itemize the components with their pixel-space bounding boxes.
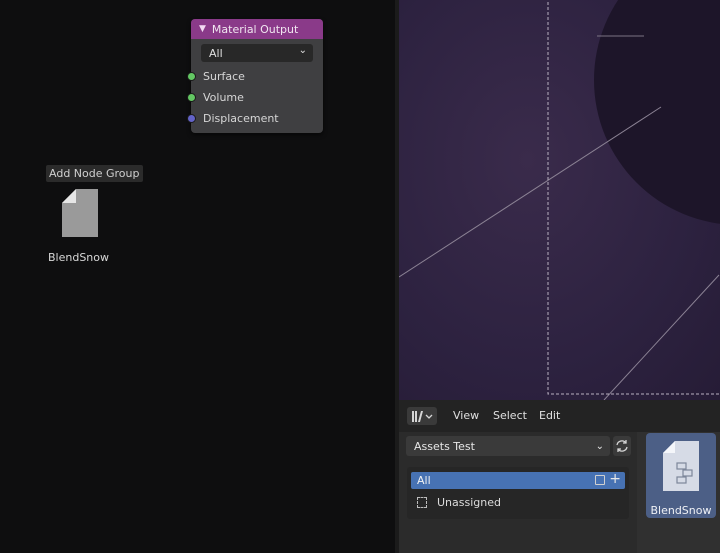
refresh-icon — [616, 440, 628, 452]
socket-dot-icon[interactable] — [187, 113, 196, 123]
asset-name: BlendSnow — [650, 504, 712, 517]
catalog-item-all[interactable]: All + — [411, 471, 625, 489]
menu-select[interactable]: Select — [493, 409, 527, 422]
socket-volume[interactable]: Volume — [187, 90, 244, 104]
node-editor[interactable]: ▼ Material Output All ⌄ Surface Volume D… — [0, 0, 395, 553]
add-icon[interactable]: + — [609, 471, 621, 487]
menu-edit[interactable]: Edit — [539, 409, 560, 422]
chevron-down-icon: ⌄ — [298, 45, 307, 56]
asset-tile[interactable]: BlendSnow — [646, 433, 716, 518]
new-catalog-icon[interactable] — [595, 475, 605, 485]
asset-browser-icon — [412, 411, 433, 422]
material-output-node[interactable]: ▼ Material Output All ⌄ Surface Volume D… — [187, 19, 323, 133]
drag-tooltip: Add Node Group — [46, 165, 143, 182]
file-icon — [62, 189, 98, 237]
target-dropdown-value: All — [209, 46, 223, 60]
node-title: Material Output — [211, 22, 299, 36]
refresh-library-button[interactable] — [613, 436, 631, 456]
editor-type-button[interactable] — [407, 407, 437, 425]
viewport-scene — [399, 0, 720, 400]
asset-browser-header: View Select Edit — [399, 400, 720, 432]
node-header[interactable]: ▼ Material Output — [191, 19, 323, 39]
catalog-tree: All + Unassigned — [407, 467, 629, 519]
socket-displacement[interactable]: Displacement — [187, 111, 279, 125]
unassigned-catalog-icon — [417, 497, 427, 508]
socket-dot-icon[interactable] — [187, 92, 196, 102]
dragged-asset-label: BlendSnow — [48, 251, 110, 264]
catalog-item-unassigned[interactable]: Unassigned — [411, 494, 501, 511]
socket-surface[interactable]: Surface — [187, 69, 245, 83]
3d-viewport[interactable] — [395, 0, 720, 400]
socket-label: Volume — [203, 90, 244, 104]
asset-library-value: Assets Test — [414, 439, 475, 453]
catalog-label: Unassigned — [437, 496, 501, 509]
socket-label: Displacement — [203, 111, 279, 125]
asset-browser[interactable]: View Select Edit Assets Test ⌄ All + Una… — [395, 400, 720, 553]
chevron-down-icon: ⌄ — [595, 440, 604, 452]
catalog-label: All — [417, 474, 431, 487]
socket-dot-icon[interactable] — [187, 71, 196, 81]
asset-library-select[interactable]: Assets Test ⌄ — [406, 436, 610, 456]
collapse-chevron-icon[interactable]: ▼ — [199, 24, 206, 34]
node-group-asset-icon — [663, 441, 699, 491]
target-dropdown[interactable]: All ⌄ — [201, 44, 313, 62]
menu-view[interactable]: View — [453, 409, 479, 422]
socket-label: Surface — [203, 69, 245, 83]
